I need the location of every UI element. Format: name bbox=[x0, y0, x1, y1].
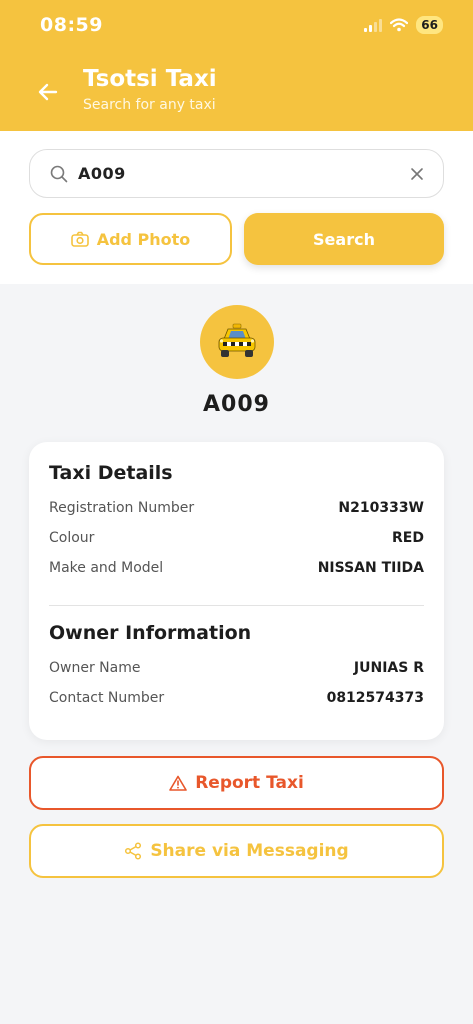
share-label: Share via Messaging bbox=[150, 841, 349, 861]
app-subtitle: Search for any taxi bbox=[83, 97, 216, 113]
warning-icon bbox=[169, 775, 188, 791]
app-title: Tsotsi Taxi bbox=[83, 66, 217, 92]
detail-label: Contact Number bbox=[49, 690, 165, 706]
detail-row: Contact Number 0812574373 bbox=[49, 690, 424, 706]
back-arrow-icon[interactable] bbox=[36, 80, 60, 104]
detail-label: Owner Name bbox=[49, 660, 141, 676]
app-header: 08:59 66 Tsotsi Taxi Search for any taxi bbox=[0, 0, 473, 131]
add-photo-button[interactable]: Add Photo bbox=[29, 213, 232, 265]
detail-value: JUNIAS R bbox=[353, 660, 424, 676]
detail-value: RED bbox=[392, 530, 424, 546]
share-icon bbox=[125, 842, 142, 860]
owner-info-title: Owner Information bbox=[49, 622, 252, 644]
detail-row: Registration Number N210333W bbox=[49, 500, 424, 516]
taxi-avatar bbox=[200, 305, 274, 379]
search-panel: A009 Add Photo Search bbox=[0, 131, 473, 284]
wifi-icon bbox=[390, 18, 409, 32]
detail-row: Owner Name JUNIAS R bbox=[49, 660, 424, 676]
report-taxi-label: Report Taxi bbox=[195, 773, 304, 793]
status-icons: 66 bbox=[364, 16, 443, 34]
taxi-details-title: Taxi Details bbox=[49, 462, 173, 484]
clear-icon[interactable] bbox=[409, 166, 425, 182]
search-input[interactable]: A009 bbox=[29, 149, 444, 198]
search-label: Search bbox=[313, 229, 375, 249]
battery-indicator: 66 bbox=[416, 16, 443, 34]
detail-row: Colour RED bbox=[49, 530, 424, 546]
share-button[interactable]: Share via Messaging bbox=[29, 824, 444, 878]
detail-value: NISSAN TIIDA bbox=[317, 560, 424, 576]
report-taxi-button[interactable]: Report Taxi bbox=[29, 756, 444, 810]
search-button[interactable]: Search bbox=[244, 213, 444, 265]
camera-icon bbox=[70, 231, 89, 247]
card-divider bbox=[49, 605, 424, 606]
detail-value: N210333W bbox=[338, 500, 424, 516]
plate-title: A009 bbox=[203, 392, 270, 417]
detail-label: Registration Number bbox=[49, 500, 195, 516]
detail-label: Colour bbox=[49, 530, 95, 546]
search-icon bbox=[50, 165, 68, 183]
add-photo-label: Add Photo bbox=[96, 229, 191, 249]
search-value[interactable]: A009 bbox=[78, 164, 126, 183]
signal-icon bbox=[364, 18, 383, 32]
detail-row: Make and Model NISSAN TIIDA bbox=[49, 560, 424, 576]
detail-label: Make and Model bbox=[49, 560, 164, 576]
status-time: 08:59 bbox=[40, 14, 103, 36]
details-card: Taxi Details Registration Number N210333… bbox=[29, 442, 444, 740]
detail-value[interactable]: 0812574373 bbox=[327, 690, 424, 706]
taxi-icon bbox=[218, 323, 256, 357]
